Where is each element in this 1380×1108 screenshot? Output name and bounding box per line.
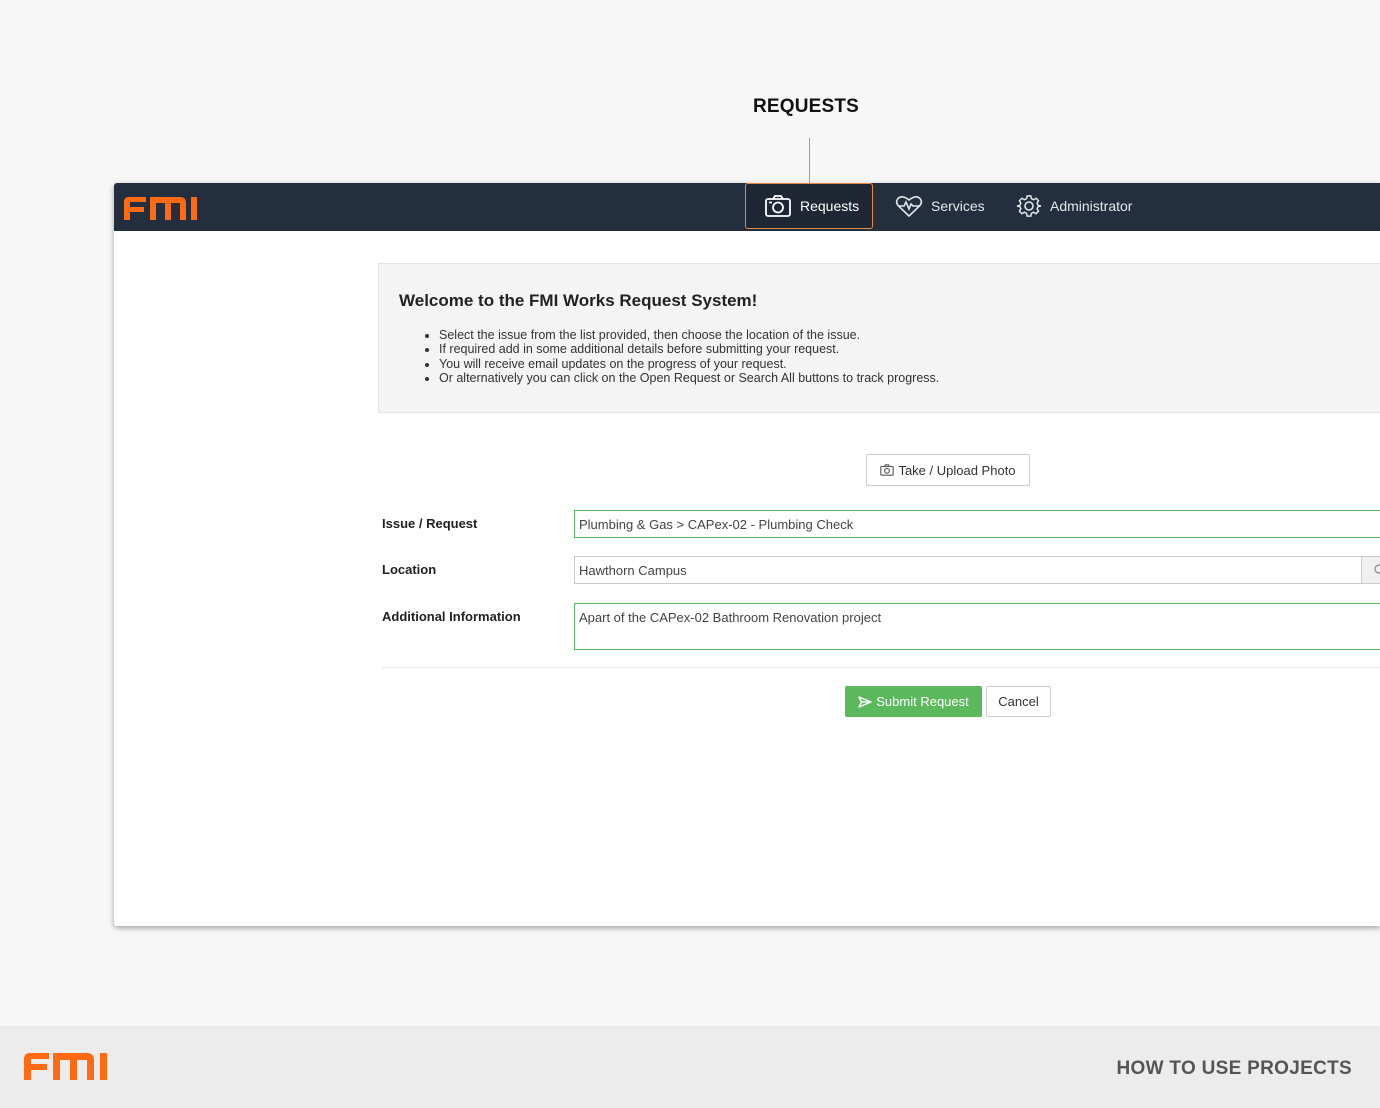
- nav-services[interactable]: Services: [877, 183, 1003, 229]
- submit-request-label: Submit Request: [876, 694, 969, 709]
- issue-request-value: Plumbing & Gas > CAPex-02 - Plumbing Che…: [579, 516, 854, 532]
- cancel-button[interactable]: Cancel: [986, 686, 1051, 717]
- submit-request-button[interactable]: Submit Request: [845, 686, 982, 717]
- camera-icon: [880, 464, 895, 476]
- nav-requests-label: Requests: [800, 198, 860, 214]
- top-navbar: Requests Services Administrator: [114, 183, 1380, 231]
- welcome-bullets: Select the issue from the list provided,…: [439, 328, 939, 385]
- location-label: Location: [382, 562, 437, 577]
- footer-title: HOW TO USE PROJECTS: [1116, 1058, 1352, 1079]
- nav-administrator[interactable]: Administrator: [998, 183, 1150, 229]
- heartbeat-icon: [895, 196, 923, 218]
- footer-fmi-logo: [24, 1053, 107, 1080]
- camera-icon: [765, 195, 791, 217]
- issue-request-field[interactable]: Plumbing & Gas > CAPex-02 - Plumbing Che…: [574, 510, 1380, 538]
- callout-line: [809, 138, 810, 183]
- callout-label: REQUESTS: [752, 96, 860, 117]
- additional-info-value: Apart of the CAPex-02 Bathroom Renovatio…: [579, 610, 882, 625]
- app-window: Requests Services Administrator Welcome …: [114, 183, 1380, 926]
- additional-info-textarea[interactable]: Apart of the CAPex-02 Bathroom Renovatio…: [574, 603, 1380, 650]
- welcome-title: Welcome to the FMI Works Request System!: [399, 291, 758, 310]
- location-value: Hawthorn Campus: [579, 562, 687, 578]
- location-search-button[interactable]: [1361, 556, 1380, 584]
- take-upload-photo-label: Take / Upload Photo: [898, 462, 1016, 478]
- welcome-bullet: Select the issue from the list provided,…: [439, 328, 939, 342]
- gear-icon: [1016, 195, 1042, 217]
- additional-info-label: Additional Information: [382, 609, 521, 624]
- welcome-bullet: Or alternatively you can click on the Op…: [439, 371, 939, 385]
- issue-label: Issue / Request: [382, 516, 478, 531]
- cancel-label: Cancel: [998, 694, 1039, 709]
- form-divider: [382, 667, 1380, 668]
- send-icon: [858, 695, 872, 708]
- nav-services-label: Services: [931, 198, 985, 214]
- location-field[interactable]: Hawthorn Campus: [574, 556, 1362, 584]
- welcome-bullet: You will receive email updates on the pr…: [439, 357, 939, 371]
- fmi-logo[interactable]: [122, 194, 206, 222]
- welcome-panel: Welcome to the FMI Works Request System!…: [378, 263, 1380, 413]
- search-icon: [1374, 564, 1380, 574]
- footer: HOW TO USE PROJECTS: [0, 1026, 1380, 1108]
- take-upload-photo-button[interactable]: Take / Upload Photo: [866, 454, 1030, 486]
- nav-administrator-label: Administrator: [1050, 198, 1133, 214]
- welcome-bullet: If required add in some additional detai…: [439, 342, 939, 356]
- nav-requests[interactable]: Requests: [745, 183, 873, 229]
